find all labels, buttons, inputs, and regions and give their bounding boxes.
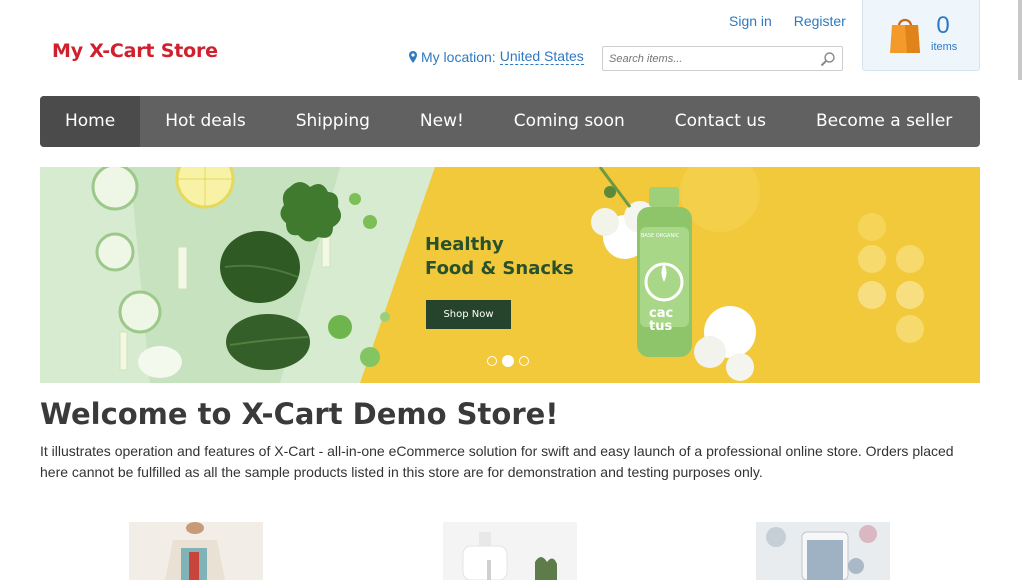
bottle-brand-label: BASE ORGANIC: [641, 233, 680, 239]
banner-headline-line-2: Food & Snacks: [425, 258, 574, 279]
nav-item-new[interactable]: New!: [395, 96, 489, 147]
shopping-bag-icon: [890, 18, 920, 53]
mini-cart[interactable]: 0 items: [862, 0, 980, 71]
shop-now-button[interactable]: Shop Now: [426, 300, 511, 329]
slider-dot-1[interactable]: [487, 356, 497, 366]
cart-count: 0: [936, 12, 950, 39]
product-thumbnail[interactable]: [129, 522, 263, 580]
main-navigation: Home Hot deals Shipping New! Coming soon…: [40, 96, 980, 147]
slider-dot-2[interactable]: [502, 355, 514, 367]
product-image-bottle: [443, 522, 577, 580]
cart-items-label: items: [931, 41, 958, 53]
nav-item-hot-deals[interactable]: Hot deals: [140, 96, 271, 147]
intro-text: It illustrates operation and features of…: [40, 443, 954, 480]
search-icon[interactable]: [820, 51, 836, 67]
bottle-text: cac tus: [649, 307, 673, 333]
banner-headline: Healthy Food & Snacks: [425, 233, 574, 281]
product-thumbnail[interactable]: [443, 522, 577, 580]
register-link[interactable]: Register: [794, 13, 846, 29]
nav-item-become-seller[interactable]: Become a seller: [791, 96, 977, 147]
store-logo[interactable]: My X-Cart Store: [52, 40, 218, 62]
nav-item-contact-us[interactable]: Contact us: [650, 96, 791, 147]
location-value-link[interactable]: United States: [499, 48, 584, 65]
location-selector: My location: United States: [409, 48, 584, 65]
nav-item-shipping[interactable]: Shipping: [271, 96, 395, 147]
search-input[interactable]: [603, 47, 808, 70]
search-box: [602, 46, 843, 71]
page-scrollbar[interactable]: [1018, 0, 1022, 80]
product-image-dress: [129, 522, 263, 580]
slider-dots: [487, 355, 534, 367]
slider-dot-3[interactable]: [519, 356, 529, 366]
nav-item-home[interactable]: Home: [40, 96, 141, 147]
hero-banner[interactable]: Healthy Food & Snacks Shop Now BASE ORGA…: [40, 167, 980, 383]
banner-headline-line-1: Healthy: [425, 234, 504, 255]
nav-item-coming-soon[interactable]: Coming soon: [489, 96, 650, 147]
auth-links: Sign in Register: [729, 13, 864, 29]
bottle-text-line-2: tus: [649, 319, 673, 334]
sign-in-link[interactable]: Sign in: [729, 13, 772, 29]
product-image-phone: [756, 522, 890, 580]
location-label: My location:: [421, 48, 496, 65]
map-pin-icon: [409, 50, 417, 63]
page-title: Welcome to X-Cart Demo Store!: [40, 397, 559, 431]
product-thumbnail[interactable]: [756, 522, 890, 580]
